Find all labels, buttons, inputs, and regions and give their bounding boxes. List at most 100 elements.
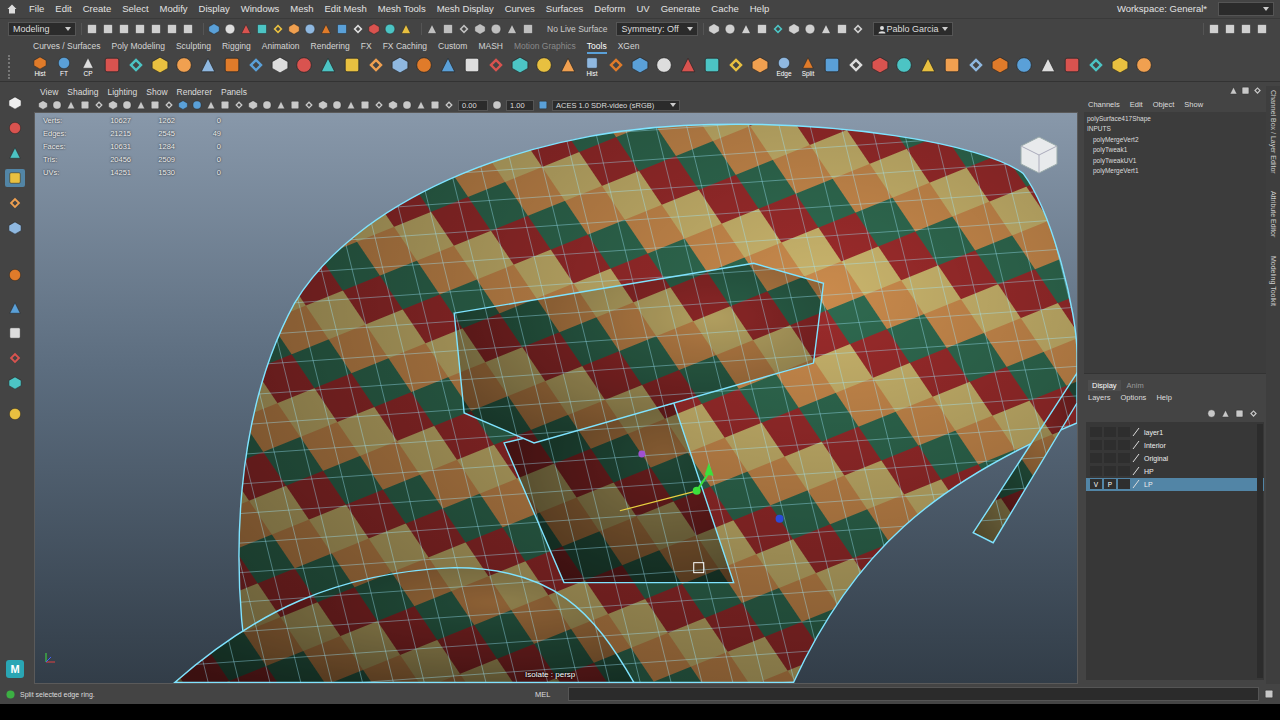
mask-icon[interactable]: [336, 23, 348, 35]
panel-tool-icon[interactable]: [346, 100, 356, 110]
script-editor-icon[interactable]: [1264, 689, 1274, 699]
side-tab[interactable]: Attribute Editor: [1270, 191, 1277, 237]
panel-toggle-icon[interactable]: [1224, 23, 1236, 35]
shelf-button[interactable]: [150, 54, 170, 80]
tool-button[interactable]: [5, 144, 25, 162]
panel-tool-icon[interactable]: [304, 100, 314, 110]
panel-tool-icon[interactable]: [318, 100, 328, 110]
shelf-button[interactable]: [750, 54, 770, 80]
render-icon[interactable]: [804, 23, 816, 35]
menu-item[interactable]: File: [29, 3, 44, 14]
viewport-canvas[interactable]: Verts:1062712620Edges:21215254549Faces:1…: [34, 112, 1078, 684]
menu-item[interactable]: Modify: [160, 3, 188, 14]
layer-row[interactable]: layer1: [1086, 426, 1264, 439]
view-cube-icon[interactable]: [1017, 133, 1061, 177]
shelf-tab[interactable]: FX Caching: [383, 41, 427, 54]
shelf-button[interactable]: [726, 54, 746, 80]
menu-item[interactable]: Cache: [711, 3, 738, 14]
mask-icon[interactable]: [240, 23, 252, 35]
panel-tool-icon[interactable]: [94, 100, 104, 110]
menu-item[interactable]: Edit: [55, 3, 71, 14]
panel-tool-icon[interactable]: [290, 100, 300, 110]
layer-row[interactable]: Original: [1086, 452, 1264, 465]
panel-tool-icon[interactable]: [192, 100, 202, 110]
menu-item[interactable]: Display: [199, 3, 230, 14]
shelf-tab[interactable]: Tools: [587, 41, 607, 54]
file-icon[interactable]: [166, 23, 178, 35]
shelf-button[interactable]: [318, 54, 338, 80]
shelf-button[interactable]: [990, 54, 1010, 80]
workspace-label[interactable]: Workspace: General*: [1117, 3, 1207, 14]
layer-flag[interactable]: P: [1104, 479, 1116, 489]
mask-icon[interactable]: [368, 23, 380, 35]
color-management-icon[interactable]: [538, 100, 548, 110]
gamma-field[interactable]: 1.00: [506, 100, 534, 111]
mask-icon[interactable]: [208, 23, 220, 35]
mesh-extrusion[interactable]: [454, 263, 823, 443]
render-icon[interactable]: [756, 23, 768, 35]
mesh-flange[interactable]: [973, 373, 1077, 543]
maya-logo[interactable]: M: [6, 660, 24, 678]
layer-row[interactable]: VPLP: [1086, 478, 1264, 491]
render-icon[interactable]: [788, 23, 800, 35]
shelf-tab[interactable]: FX: [361, 41, 372, 54]
panel-toggle-icon[interactable]: [1208, 23, 1220, 35]
tool-button[interactable]: [5, 169, 25, 187]
shelf-button[interactable]: [510, 54, 530, 80]
layer-row[interactable]: HP: [1086, 465, 1264, 478]
snap-icon[interactable]: [426, 23, 438, 35]
shelf-button[interactable]: [534, 54, 554, 80]
shelf-button[interactable]: [486, 54, 506, 80]
panel-menu-item[interactable]: Renderer: [177, 87, 212, 97]
mask-icon[interactable]: [288, 23, 300, 35]
panel-tool-icon[interactable]: [164, 100, 174, 110]
tool-button[interactable]: [5, 374, 25, 392]
menu-item[interactable]: Windows: [241, 3, 280, 14]
render-icon[interactable]: [836, 23, 848, 35]
panel-tool-icon[interactable]: [430, 100, 440, 110]
shelf-button[interactable]: [678, 54, 698, 80]
panel-tool-icon[interactable]: [234, 100, 244, 110]
layer-flag[interactable]: [1104, 453, 1116, 463]
file-icon[interactable]: [182, 23, 194, 35]
home-icon[interactable]: [6, 3, 18, 15]
mask-icon[interactable]: [320, 23, 332, 35]
shelf-button[interactable]: [342, 54, 362, 80]
file-icon[interactable]: [134, 23, 146, 35]
snap-icon[interactable]: [506, 23, 518, 35]
channel-box-tool-icon[interactable]: [1229, 86, 1238, 95]
shelf-button[interactable]: [1062, 54, 1082, 80]
panel-tool-icon[interactable]: [416, 100, 426, 110]
layer-flag[interactable]: V: [1090, 479, 1102, 489]
shelf-tab[interactable]: Rendering: [311, 41, 350, 54]
shelf-button[interactable]: [630, 54, 650, 80]
shelf-button[interactable]: [1014, 54, 1034, 80]
layer-tool-icon[interactable]: [1221, 409, 1230, 418]
layer-color-box[interactable]: [1118, 427, 1130, 437]
color-space-dropdown[interactable]: ACES 1.0 SDR-video (sRGB): [552, 100, 680, 111]
shelf-button[interactable]: [198, 54, 218, 80]
shelf-button[interactable]: [870, 54, 890, 80]
tool-button[interactable]: [5, 94, 25, 112]
shelf-button[interactable]: Hist: [30, 54, 50, 80]
layer-tool-icon[interactable]: [1249, 409, 1258, 418]
panel-tool-icon[interactable]: [80, 100, 90, 110]
layer-color-box[interactable]: [1118, 479, 1130, 489]
panel-tool-icon[interactable]: [388, 100, 398, 110]
shelf-button[interactable]: [702, 54, 722, 80]
tool-button[interactable]: [5, 349, 25, 367]
render-icon[interactable]: [820, 23, 832, 35]
menu-item[interactable]: Mesh Tools: [378, 3, 426, 14]
menu-item[interactable]: Create: [83, 3, 112, 14]
panel-tool-icon[interactable]: [66, 100, 76, 110]
shelf-tab[interactable]: MASH: [478, 41, 503, 54]
channel-box-menu-item[interactable]: Edit: [1130, 100, 1143, 109]
gamma-icon[interactable]: [492, 100, 502, 110]
panel-menu-item[interactable]: Lighting: [107, 87, 137, 97]
layer-flag[interactable]: [1090, 440, 1102, 450]
menu-item[interactable]: Deform: [594, 3, 625, 14]
menu-item[interactable]: Surfaces: [546, 3, 584, 14]
layer-scrollbar[interactable]: [1257, 424, 1263, 678]
layer-menu-item[interactable]: Help: [1156, 393, 1171, 402]
panel-tool-icon[interactable]: [150, 100, 160, 110]
